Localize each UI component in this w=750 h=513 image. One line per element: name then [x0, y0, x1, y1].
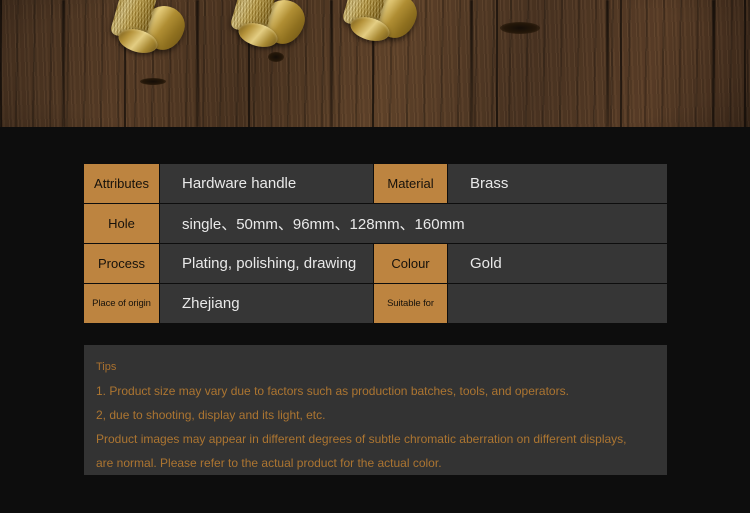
spec-label-place-of-origin: Place of origin	[83, 283, 160, 324]
table-row: Hole single、50mm、96mm、128mm、160mm	[83, 203, 668, 244]
wood-plank-seam	[62, 0, 65, 127]
table-row: Place of origin Zhejiang Suitable for	[83, 283, 668, 324]
spec-value-hole: single、50mm、96mm、128mm、160mm	[159, 203, 668, 244]
spec-value-suitable-for	[447, 283, 668, 324]
product-detail-page: Attributes Hardware handle Material Bras…	[0, 0, 750, 513]
wood-plank-seam	[606, 0, 609, 127]
wood-plank-seam	[712, 0, 715, 127]
spec-label-hole: Hole	[83, 203, 160, 244]
spec-label-suitable-for: Suitable for	[373, 283, 448, 324]
wood-plank-seam	[196, 0, 199, 127]
tips-line-1: 1. Product size may vary due to factors …	[96, 384, 569, 398]
wood-plank-seam	[330, 0, 333, 127]
wood-knot	[268, 52, 284, 62]
tips-line-4: are normal. Please refer to the actual p…	[96, 456, 442, 470]
wood-plank-seam	[470, 0, 473, 127]
hero-product-image	[0, 0, 750, 127]
table-row: Attributes Hardware handle Material Bras…	[83, 163, 668, 204]
spec-value-colour: Gold	[447, 243, 668, 284]
spec-value-material: Brass	[447, 163, 668, 204]
tips-title: Tips	[96, 361, 117, 373]
spec-value-place-of-origin: Zhejiang	[159, 283, 374, 324]
spec-label-process: Process	[83, 243, 160, 284]
tips-line-2: 2, due to shooting, display and its ligh…	[96, 408, 326, 422]
spec-label-material: Material	[373, 163, 448, 204]
spec-label-colour: Colour	[373, 243, 448, 284]
wood-knot	[500, 22, 540, 34]
spec-label-attributes: Attributes	[83, 163, 160, 204]
tips-line-3: Product images may appear in different d…	[96, 432, 627, 446]
table-row: Process Plating, polishing, drawing Colo…	[83, 243, 668, 284]
tips-panel: Tips 1. Product size may vary due to fac…	[84, 345, 667, 475]
spec-value-process: Plating, polishing, drawing	[159, 243, 374, 284]
wood-knot	[140, 78, 166, 85]
product-spec-table: Attributes Hardware handle Material Bras…	[83, 163, 668, 324]
spec-value-attributes: Hardware handle	[159, 163, 374, 204]
